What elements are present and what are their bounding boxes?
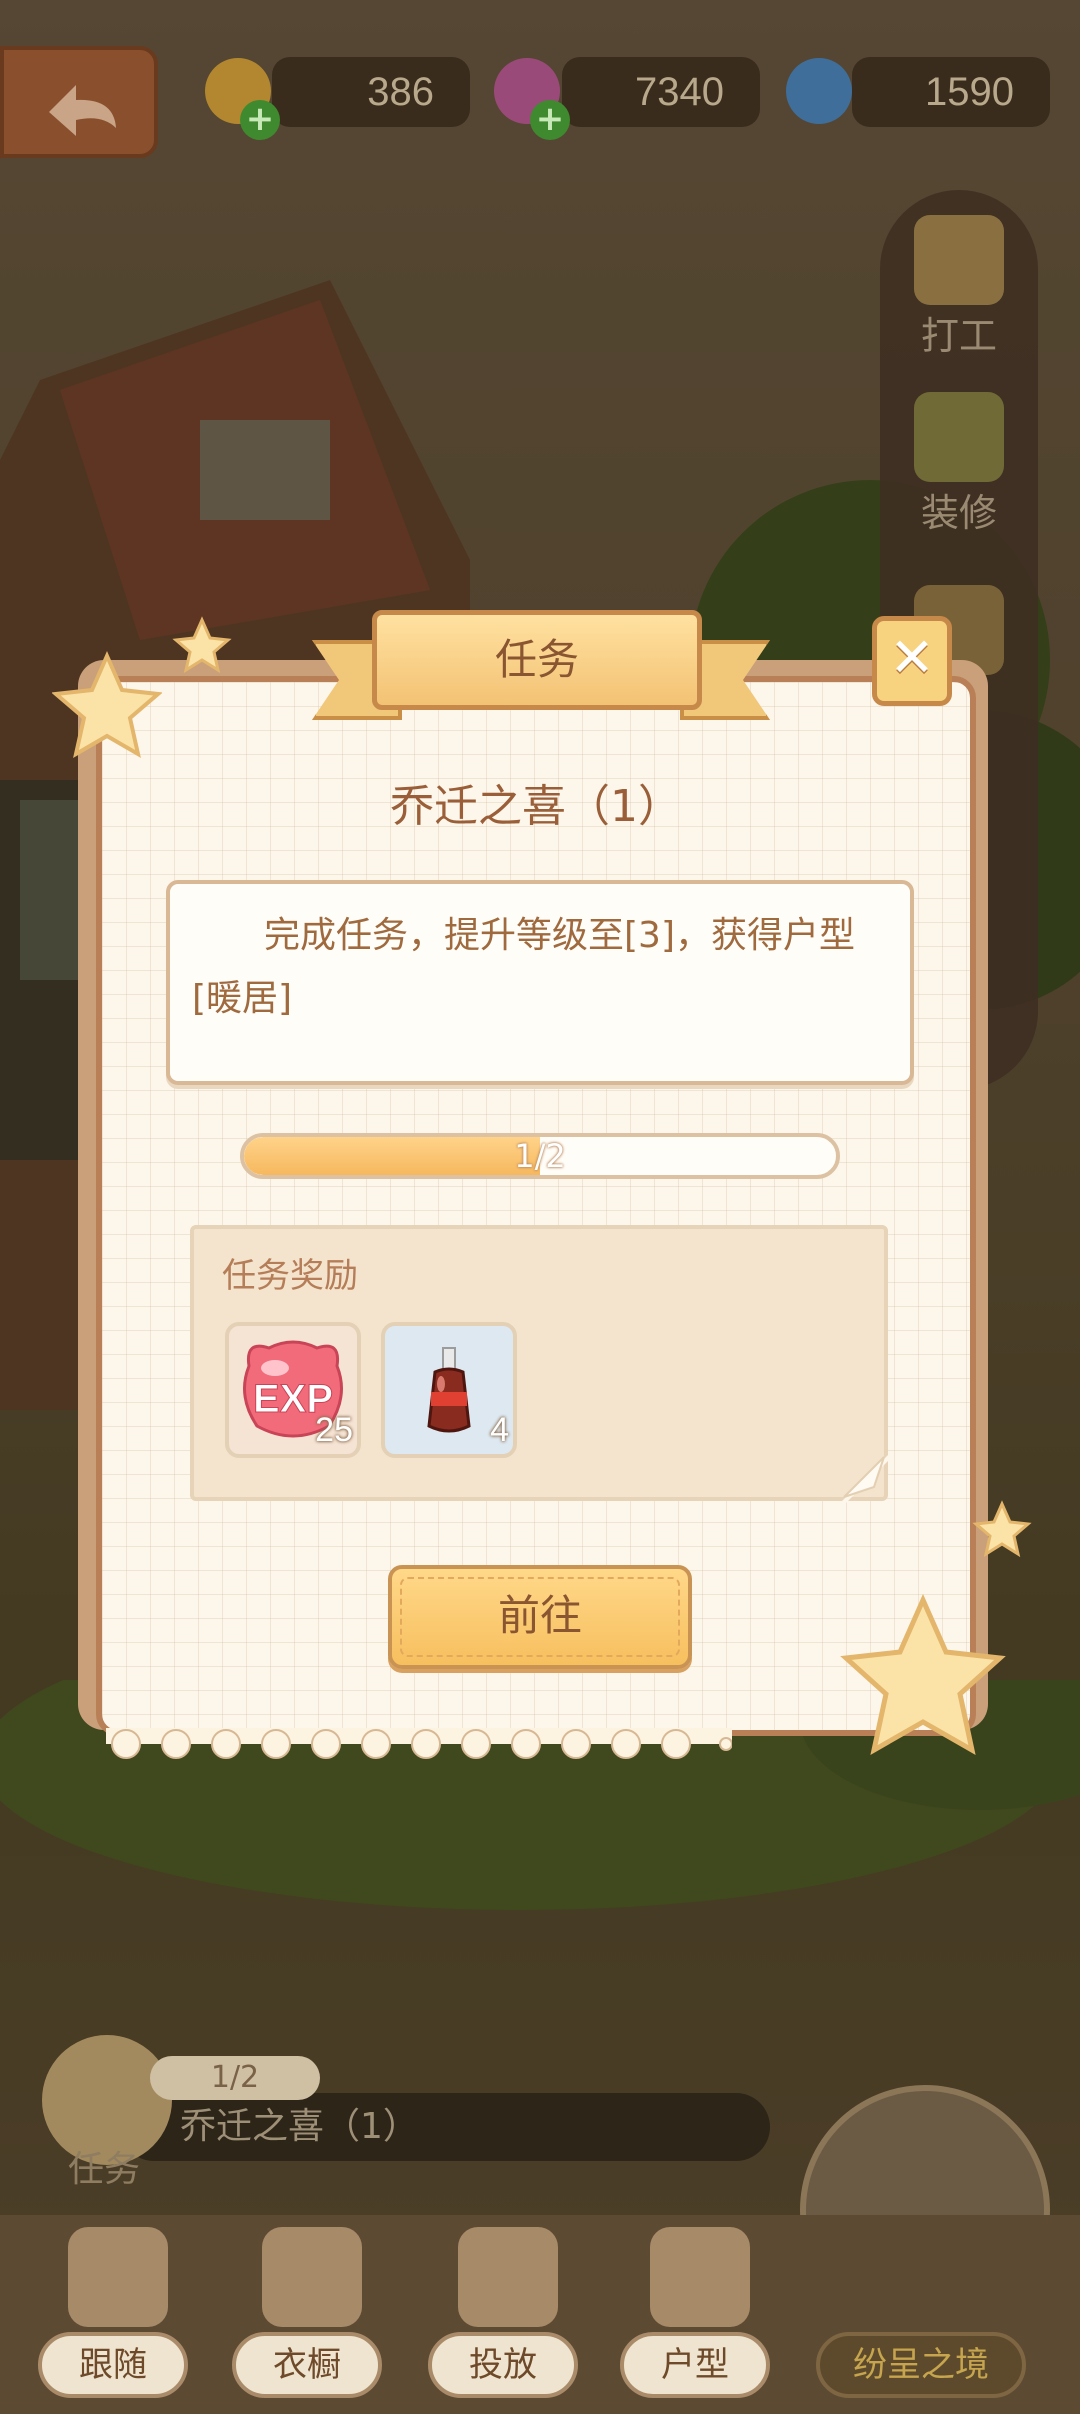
- dialog-header: 任务: [494, 635, 579, 684]
- menu-item-work-label: 打工: [920, 314, 997, 358]
- reward-item-cola[interactable]: 4: [381, 1322, 517, 1458]
- small-star-icon-right: [972, 1500, 1032, 1558]
- paint-roller-icon: [914, 392, 1004, 482]
- menu-item-decorate[interactable]: 装修: [880, 392, 1038, 537]
- go-button-label: 前往: [497, 1591, 582, 1640]
- nav-realm[interactable]: 纷呈之境: [816, 2215, 1036, 2414]
- reward-item-exp[interactable]: EXP 25: [225, 1322, 361, 1458]
- back-button[interactable]: [0, 46, 158, 158]
- progress-text: 1/2: [514, 1137, 566, 1175]
- menu-item-decorate-label: 装修: [920, 491, 997, 535]
- nav-follow[interactable]: 跟随: [38, 2215, 198, 2414]
- snow-crystal-icon: [786, 58, 852, 124]
- reward-count: 25: [315, 1411, 353, 1449]
- nav-deploy[interactable]: 投放: [428, 2215, 588, 2414]
- task-title: 乔迁之喜（1）: [390, 781, 682, 832]
- nav-wardrobe[interactable]: 衣橱: [232, 2215, 392, 2414]
- task-description: 完成任务，提升等级至[3]，获得户型[暖居]: [192, 915, 855, 1019]
- tracker-label: 任务: [68, 2149, 141, 2190]
- page-curl-corner: [840, 1453, 890, 1503]
- room-layout-icon: [650, 2227, 750, 2327]
- nav-layout[interactable]: 户型: [620, 2215, 780, 2414]
- dialog-header-ribbon: 任务: [372, 610, 702, 710]
- nav-deploy-label: 投放: [428, 2332, 578, 2398]
- character-avatar-icon: [68, 2227, 168, 2327]
- nav-follow-label: 跟随: [38, 2332, 188, 2398]
- nav-wardrobe-label: 衣橱: [232, 2332, 382, 2398]
- nav-layout-label: 户型: [620, 2332, 770, 2398]
- close-icon: ✕: [889, 626, 935, 689]
- add-bell-button[interactable]: +: [240, 100, 280, 140]
- reward-count: 4: [490, 1411, 509, 1449]
- scalloped-paper-edge: [106, 1728, 732, 1759]
- star-decoration-icon: [52, 651, 162, 759]
- hat-icon: [262, 2227, 362, 2327]
- resource-counter-bell: 386: [272, 57, 470, 127]
- task-progress-bar: 1/2: [240, 1133, 840, 1179]
- rewards-title: 任务奖励: [222, 1256, 358, 1296]
- small-star-icon: [172, 616, 232, 674]
- add-flower-gem-button[interactable]: +: [530, 100, 570, 140]
- resource-counter-snow-crystal: 1590: [852, 57, 1050, 127]
- star-decoration-bottom-icon: [840, 1593, 1006, 1755]
- character-pet-icon: [458, 2227, 558, 2327]
- broom-icon: [914, 215, 1004, 305]
- task-description-box: 完成任务，提升等级至[3]，获得户型[暖居]: [166, 880, 914, 1085]
- tracker-task-name: 乔迁之喜（1）: [180, 2106, 419, 2147]
- go-button[interactable]: 前往: [388, 1565, 692, 1669]
- close-button[interactable]: ✕: [872, 616, 952, 706]
- nav-realm-label: 纷呈之境: [816, 2332, 1026, 2398]
- menu-item-work[interactable]: 打工: [880, 215, 1038, 360]
- back-arrow-icon: [49, 85, 116, 136]
- resource-counter-flower-gem: 7340: [562, 57, 760, 127]
